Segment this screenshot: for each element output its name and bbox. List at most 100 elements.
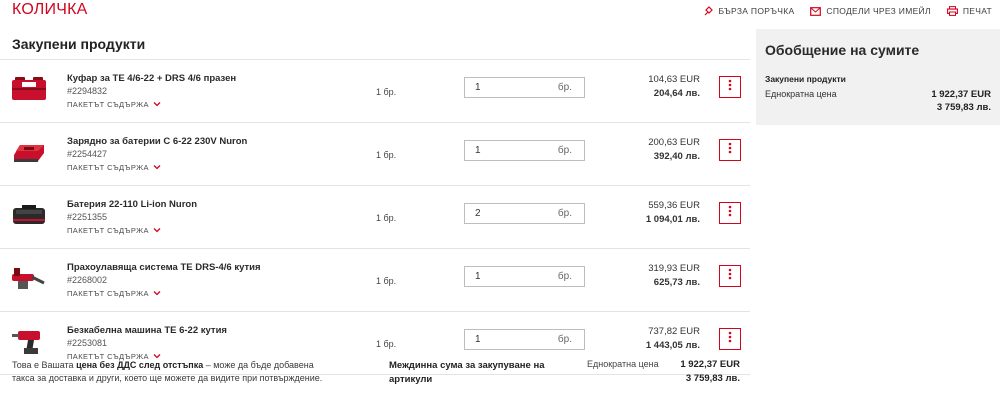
price-lv: 204,64 лв.	[653, 88, 700, 99]
more-vertical-icon	[728, 141, 732, 159]
package-contents-label: ПАКЕТЪТ СЪДЪРЖА	[67, 163, 149, 172]
package-contents-label: ПАКЕТЪТ СЪДЪРЖА	[67, 226, 149, 235]
dust-system-icon[interactable]	[10, 263, 48, 293]
quantity-value: 1	[475, 82, 481, 93]
product-row: Прахоулавяща система TE DRS-4/6 кутия #2…	[0, 249, 750, 312]
chevron-down-icon	[153, 163, 161, 172]
product-price: 559,36 EUR 1 094,01 лв.	[646, 199, 700, 227]
toolcase-icon[interactable]	[10, 74, 48, 104]
product-code: #2294832	[67, 86, 108, 96]
product-price: 319,93 EUR 625,73 лв.	[648, 262, 700, 290]
unit-quantity: 1 бр.	[376, 87, 397, 97]
more-options-button[interactable]	[719, 76, 741, 98]
price-eur: 737,82 EUR	[648, 326, 700, 337]
more-vertical-icon	[728, 267, 732, 285]
quantity-input[interactable]: 2 бр.	[464, 203, 585, 224]
product-row: Зарядно за батерии C 6-22 230V Nuron #22…	[0, 123, 750, 186]
quantity-input[interactable]: 1 бр.	[464, 266, 585, 287]
chevron-down-icon	[153, 226, 161, 235]
product-name[interactable]: Прахоулавяща система TE DRS-4/6 кутия	[67, 262, 261, 273]
price-eur: 559,36 EUR	[648, 200, 700, 211]
quantity-value: 2	[475, 208, 481, 219]
price-note: Това е Вашата цена без ДДС след отстъпка…	[12, 359, 330, 385]
price-lv: 625,73 лв.	[653, 277, 700, 288]
quantity-unit: бр.	[557, 334, 572, 345]
quantity-value: 1	[475, 271, 481, 282]
package-contents-toggle[interactable]: ПАКЕТЪТ СЪДЪРЖА	[67, 289, 161, 298]
print-button[interactable]: ПЕЧАТ	[946, 6, 992, 16]
unit-quantity: 1 бр.	[376, 276, 397, 286]
package-contents-label: ПАКЕТЪТ СЪДЪРЖА	[67, 289, 149, 298]
unit-quantity: 1 бр.	[376, 213, 397, 223]
quick-order-button[interactable]: БЪРЗА ПОРЪЧКА	[703, 6, 794, 16]
summary-lv: 3 759,83 лв.	[936, 102, 991, 113]
more-vertical-icon	[728, 204, 732, 222]
product-code: #2268002	[67, 275, 108, 285]
summary-eur: 1 922,37 EUR	[931, 89, 991, 100]
price-eur: 319,93 EUR	[648, 263, 700, 274]
package-contents-toggle[interactable]: ПАКЕТЪТ СЪДЪРЖА	[67, 163, 161, 172]
price-note-pre: Това е Вашата	[12, 360, 77, 370]
quantity-unit: бр.	[557, 208, 572, 219]
package-contents-toggle[interactable]: ПАКЕТЪТ СЪДЪРЖА	[67, 100, 161, 109]
section-header: Закупени продукти	[0, 30, 750, 60]
quantity-value: 1	[475, 334, 481, 345]
one-time-price-label: Еднократна цена	[587, 359, 659, 369]
quantity-value: 1	[475, 145, 481, 156]
cart-footer: Това е Вашата цена без ДДС след отстъпка…	[0, 349, 750, 417]
product-price: 104,63 EUR 204,64 лв.	[648, 73, 700, 101]
print-label: ПЕЧАТ	[962, 6, 992, 16]
share-email-button[interactable]: СПОДЕЛИ ЧРЕЗ ИМЕЙЛ	[810, 6, 931, 16]
quantity-input[interactable]: 1 бр.	[464, 77, 585, 98]
charger-icon[interactable]	[10, 137, 48, 167]
print-icon	[946, 6, 958, 16]
product-row: Куфар за TE 4/6-22 + DRS 4/6 празен #229…	[0, 60, 750, 123]
product-list: Куфар за TE 4/6-22 + DRS 4/6 празен #229…	[0, 60, 750, 375]
subtotal-eur: 1 922,37 EUR	[680, 359, 740, 370]
top-bar: КОЛИЧКА БЪРЗА ПОРЪЧКА СПОДЕЛИ ЧРЕЗ ИМЕЙЛ…	[0, 0, 1000, 26]
quick-order-label: БЪРЗА ПОРЪЧКА	[718, 6, 795, 16]
top-actions: БЪРЗА ПОРЪЧКА СПОДЕЛИ ЧРЕЗ ИМЕЙЛ ПЕЧАТ	[703, 6, 992, 16]
product-name[interactable]: Куфар за TE 4/6-22 + DRS 4/6 празен	[67, 73, 236, 84]
quantity-unit: бр.	[557, 145, 572, 156]
package-contents-label: ПАКЕТЪТ СЪДЪРЖА	[67, 100, 149, 109]
subtotal-lv: 3 759,83 лв.	[685, 373, 740, 384]
price-eur: 200,63 EUR	[648, 137, 700, 148]
price-eur: 104,63 EUR	[648, 74, 700, 85]
unit-quantity: 1 бр.	[376, 150, 397, 160]
product-name[interactable]: Безкабелна машина TE 6-22 кутия	[67, 325, 227, 336]
quick-order-icon	[703, 6, 714, 16]
product-code: #2254427	[67, 149, 108, 159]
battery-icon[interactable]	[10, 200, 48, 230]
package-contents-toggle[interactable]: ПАКЕТЪТ СЪДЪРЖА	[67, 226, 161, 235]
chevron-down-icon	[153, 289, 161, 298]
more-options-button[interactable]	[719, 139, 741, 161]
more-options-button[interactable]	[719, 265, 741, 287]
product-name[interactable]: Батерия 22-110 Li-ion Nuron	[67, 199, 197, 210]
unit-quantity: 1 бр.	[376, 339, 397, 349]
page-title: КОЛИЧКА	[12, 1, 88, 18]
more-options-button[interactable]	[719, 202, 741, 224]
chevron-down-icon	[153, 100, 161, 109]
more-vertical-icon	[728, 330, 732, 348]
product-code: #2251355	[67, 212, 108, 222]
product-code: #2253081	[67, 338, 108, 348]
summary-price: 1 922,37 EUR 3 759,83 лв.	[931, 88, 991, 114]
quantity-unit: бр.	[557, 271, 572, 282]
quantity-input[interactable]: 1 бр.	[464, 329, 585, 350]
product-row: Батерия 22-110 Li-ion Nuron #2251355 ПАК…	[0, 186, 750, 249]
summary-panel: Обобщение на сумите Закупени продукти Ед…	[756, 29, 1000, 125]
section-title: Закупени продукти	[12, 36, 146, 52]
more-vertical-icon	[728, 78, 732, 96]
price-lv: 1 094,01 лв.	[645, 214, 700, 225]
quantity-unit: бр.	[557, 82, 572, 93]
price-lv: 392,40 лв.	[653, 151, 700, 162]
price-note-bold: цена без ДДС след отстъпка	[76, 360, 204, 370]
subtotal-label: Междинна сума за закупуване на артикули	[389, 360, 545, 385]
product-name[interactable]: Зарядно за батерии C 6-22 230V Nuron	[67, 136, 247, 147]
more-options-button[interactable]	[719, 328, 741, 350]
subtotal-price: 1 922,37 EUR 3 759,83 лв.	[680, 358, 740, 386]
summary-subtitle: Закупени продукти	[765, 74, 846, 84]
mail-icon	[810, 6, 822, 16]
quantity-input[interactable]: 1 бр.	[464, 140, 585, 161]
